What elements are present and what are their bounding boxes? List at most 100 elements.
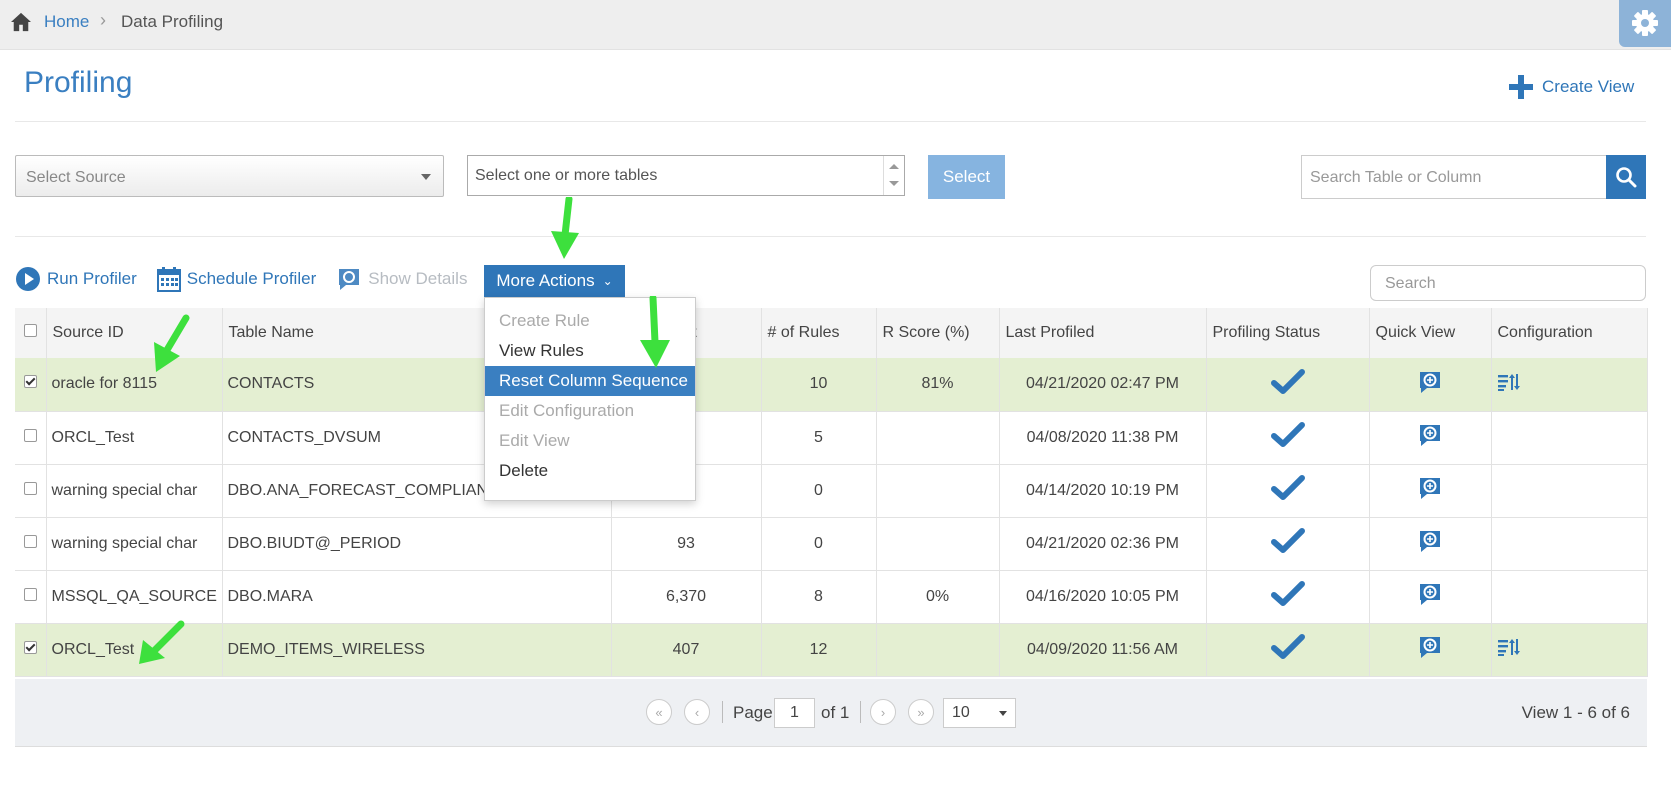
scroll-spinner[interactable] bbox=[883, 156, 904, 195]
row-select-cell[interactable] bbox=[15, 464, 47, 518]
search-button[interactable] bbox=[1606, 155, 1646, 199]
table-row[interactable]: warning special char DBO.ANA_FORECAST_COM… bbox=[15, 464, 1648, 518]
table-row[interactable]: ORCL_TestCONTACTS_DVSUM92504/08/2020 11:… bbox=[15, 411, 1648, 465]
row-select-cell[interactable] bbox=[15, 570, 47, 624]
breadcrumb-home[interactable]: Home bbox=[44, 12, 89, 32]
source-id-cell: MSSQL_QA_SOURCE bbox=[46, 570, 223, 624]
menu-item-delete[interactable]: Delete bbox=[485, 456, 695, 486]
configuration-cell[interactable] bbox=[1491, 623, 1648, 677]
quick-view-cell[interactable] bbox=[1369, 623, 1492, 677]
create-view-button[interactable]: Create View bbox=[1508, 74, 1634, 100]
divider bbox=[15, 236, 1646, 237]
profiling-status-cell bbox=[1206, 570, 1370, 624]
grid-search-placeholder: Search bbox=[1385, 275, 1436, 292]
source-id-cell: warning special char bbox=[46, 517, 223, 571]
quick-view-cell[interactable] bbox=[1369, 358, 1492, 412]
annotation-arrow bbox=[640, 296, 670, 368]
row-checkbox[interactable] bbox=[23, 534, 37, 548]
row-checkbox[interactable] bbox=[23, 587, 37, 601]
run-profiler-button[interactable]: Run Profiler bbox=[15, 266, 137, 292]
row-checkbox[interactable] bbox=[23, 428, 37, 442]
pager-separator bbox=[722, 701, 723, 723]
show-details-label: Show Details bbox=[368, 269, 468, 288]
more-actions-label: More Actions bbox=[496, 271, 595, 290]
tables-multiselect[interactable]: Select one or more tables bbox=[467, 155, 905, 196]
last-profiled-cell: 04/14/2020 10:19 PM bbox=[999, 464, 1207, 518]
schedule-profiler-button[interactable]: Schedule Profiler bbox=[156, 266, 316, 292]
table-row[interactable]: oracle for 8115CONTACTS891081%04/21/2020… bbox=[15, 358, 1648, 412]
next-page-icon[interactable]: › bbox=[870, 699, 896, 725]
plus-icon bbox=[1509, 75, 1533, 99]
page-size-select[interactable]: 10 bbox=[943, 698, 1016, 728]
show-details-button[interactable]: Show Details bbox=[336, 266, 467, 292]
quick-view-cell[interactable] bbox=[1369, 517, 1492, 571]
rules-count-cell: 0 bbox=[761, 517, 877, 571]
row-select-cell[interactable] bbox=[15, 623, 47, 677]
quick-view-icon bbox=[1420, 371, 1440, 393]
column-sort-icon bbox=[1497, 639, 1520, 656]
rscore-cell bbox=[876, 517, 1000, 571]
quick-view-cell[interactable] bbox=[1369, 570, 1492, 624]
home-icon[interactable] bbox=[10, 12, 32, 32]
more-actions-button[interactable]: More Actions ⌄ bbox=[484, 265, 625, 297]
profiling-table: Source ID Table Name Row Count # of Rule… bbox=[15, 308, 1648, 677]
select-all-checkbox[interactable] bbox=[23, 324, 37, 337]
configuration-cell[interactable] bbox=[1491, 358, 1648, 412]
column-header[interactable]: Profiling Status bbox=[1206, 308, 1370, 358]
source-id-cell: warning special char bbox=[46, 464, 223, 518]
select-all-cell[interactable] bbox=[15, 308, 47, 358]
column-header[interactable]: Source ID bbox=[46, 308, 223, 358]
configuration-cell bbox=[1491, 411, 1648, 465]
check-icon bbox=[1270, 368, 1305, 394]
row-checkbox[interactable] bbox=[23, 640, 37, 654]
configuration-cell bbox=[1491, 464, 1648, 518]
source-select-placeholder: Select Source bbox=[26, 169, 126, 186]
table-row[interactable]: warning special char DBO.BIUDT@_PERIOD 93 0… bbox=[15, 517, 1648, 571]
check-icon bbox=[1270, 528, 1305, 553]
row-select-cell[interactable] bbox=[15, 411, 47, 465]
row-select-cell[interactable] bbox=[15, 358, 47, 412]
first-page-icon[interactable]: « bbox=[646, 699, 672, 725]
quick-view-cell[interactable] bbox=[1369, 411, 1492, 465]
column-header[interactable]: # of Rules bbox=[761, 308, 877, 358]
caret-down-icon bbox=[999, 711, 1007, 716]
grid-search-input[interactable]: Search bbox=[1370, 265, 1646, 301]
profiling-status-cell bbox=[1206, 464, 1370, 518]
row-count-cell: 93 bbox=[611, 517, 762, 571]
configuration-cell bbox=[1491, 517, 1648, 571]
table-row[interactable]: ORCL_Test DEMO_ITEMS_WIRELESS 407 12 04/09/2… bbox=[15, 623, 1648, 677]
quick-view-cell[interactable] bbox=[1369, 464, 1492, 518]
page-total-label: of 1 bbox=[821, 703, 850, 722]
details-bubble-icon bbox=[339, 269, 360, 290]
menu-item-edit-configuration[interactable]: Edit Configuration bbox=[485, 396, 695, 426]
page-label: Page bbox=[733, 703, 773, 722]
table-row[interactable]: MSSQL_QA_SOURCE DBO.MARA 6,370 8 0% 04/16/202… bbox=[15, 570, 1648, 624]
last-profiled-cell: 04/21/2020 02:36 PM bbox=[999, 517, 1207, 571]
page-number-input[interactable]: 1 bbox=[774, 698, 815, 728]
column-header[interactable]: Configuration bbox=[1491, 308, 1648, 358]
create-view-label: Create View bbox=[1542, 77, 1635, 96]
row-count-cell: 407 bbox=[611, 623, 762, 677]
search-table-column-input[interactable]: Search Table or Column bbox=[1301, 155, 1607, 199]
row-checkbox[interactable] bbox=[23, 481, 37, 495]
rules-count-cell: 12 bbox=[761, 623, 877, 677]
table-name-cell: DBO.BIUDT@_PERIOD bbox=[222, 517, 612, 571]
source-id-cell: ORCL_Test bbox=[46, 623, 223, 677]
arrow-down-icon bbox=[889, 181, 899, 186]
row-select-cell[interactable] bbox=[15, 517, 47, 571]
select-button[interactable]: Select bbox=[928, 155, 1005, 199]
source-select[interactable]: Select Source bbox=[15, 155, 444, 197]
source-id-cell: ORCL_Test bbox=[46, 411, 223, 465]
last-page-icon[interactable]: » bbox=[908, 699, 934, 725]
previous-page-icon[interactable]: ‹ bbox=[684, 699, 710, 725]
settings-button[interactable] bbox=[1619, 0, 1671, 47]
menu-item-edit-view[interactable]: Edit View bbox=[485, 426, 695, 456]
quick-view-icon bbox=[1420, 584, 1440, 605]
column-header[interactable]: R Score (%) bbox=[876, 308, 1000, 358]
column-header[interactable]: Last Profiled bbox=[999, 308, 1207, 358]
last-profiled-cell: 04/09/2020 11:56 AM bbox=[999, 623, 1207, 677]
row-checkbox[interactable] bbox=[23, 375, 37, 389]
profiling-status-cell bbox=[1206, 623, 1370, 677]
calendar-icon bbox=[156, 267, 181, 292]
column-header[interactable]: Quick View bbox=[1369, 308, 1492, 358]
